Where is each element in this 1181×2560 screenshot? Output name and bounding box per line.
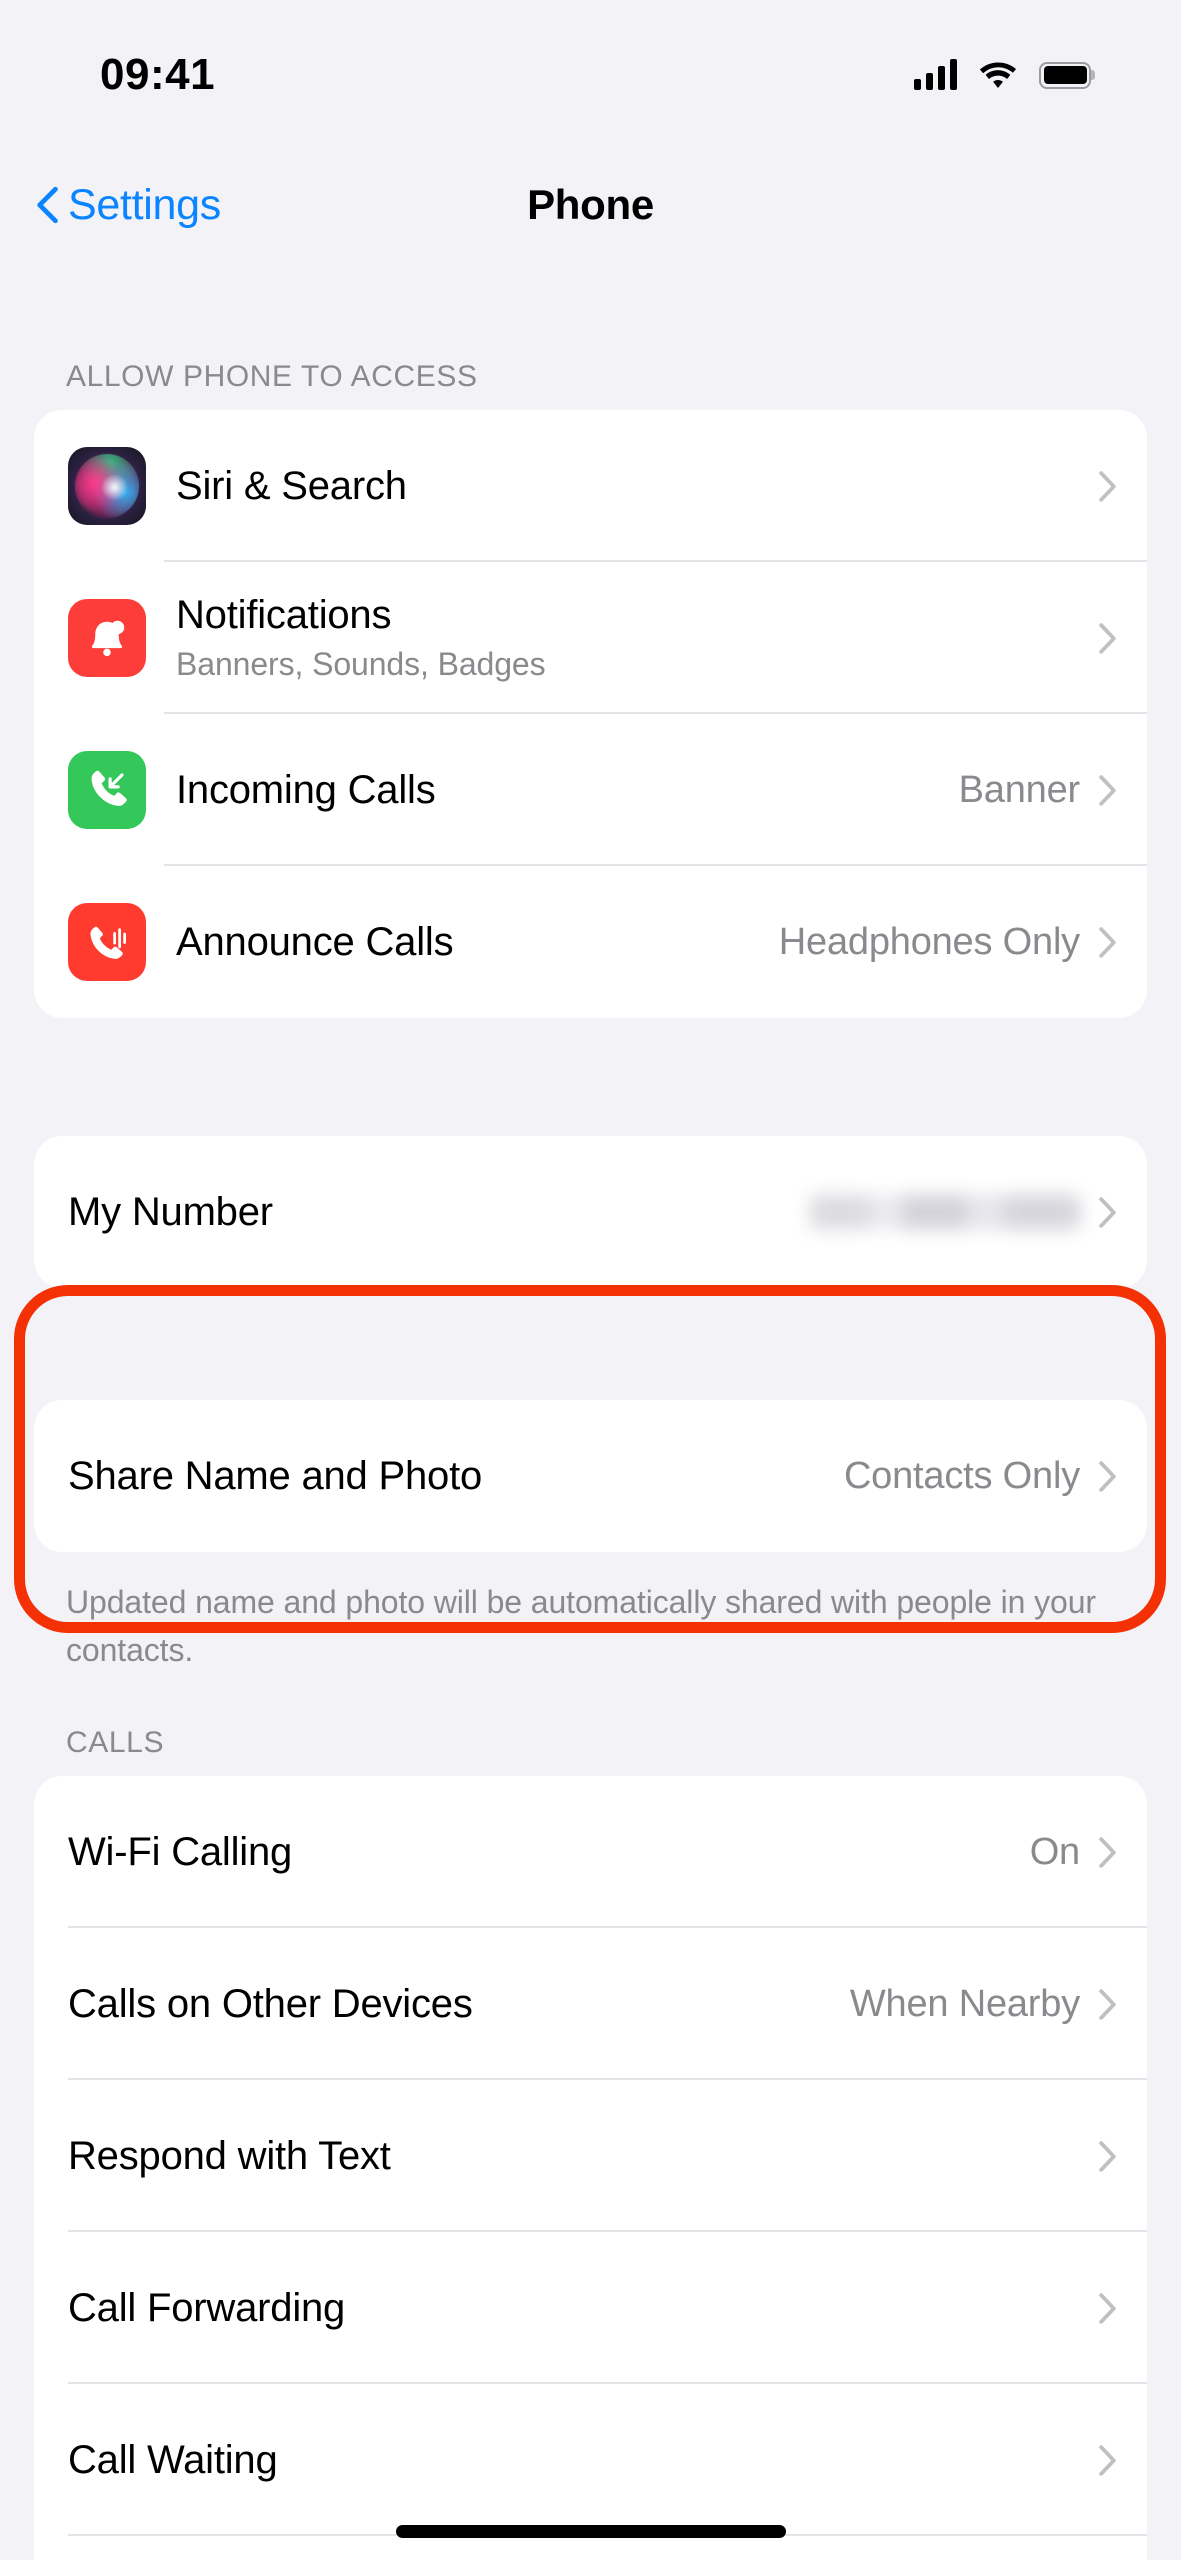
group-calls: Wi-Fi Calling On Calls on Other Devices …	[34, 1776, 1147, 2560]
section-header-calls: CALLS	[66, 1726, 165, 1759]
group-share-name-and-photo: Share Name and Photo Contacts Only	[34, 1400, 1147, 1552]
row-labels: Share Name and Photo	[68, 1454, 844, 1499]
row-value: When Nearby	[849, 1982, 1080, 2025]
battery-icon	[1039, 61, 1091, 89]
chevron-right-icon	[1099, 774, 1116, 806]
row-value: On	[1029, 1830, 1080, 1873]
status-bar-time: 09:41	[100, 50, 216, 99]
chevron-right-icon	[1099, 2444, 1116, 2476]
cellular-bars-icon	[914, 59, 957, 90]
announce-call-icon	[68, 903, 146, 981]
bell-icon	[68, 599, 146, 677]
row-call-waiting[interactable]: Call Waiting	[34, 2384, 1147, 2536]
row-value: Headphones Only	[778, 920, 1080, 963]
incoming-call-glyph	[91, 770, 127, 806]
row-calls-on-other-devices[interactable]: Calls on Other Devices When Nearby	[34, 1928, 1147, 2080]
chevron-right-icon	[1099, 1196, 1116, 1228]
row-respond-with-text[interactable]: Respond with Text	[34, 2080, 1147, 2232]
row-incoming-calls[interactable]: Incoming Calls Banner	[34, 714, 1147, 866]
redacted-phone-number	[810, 1195, 1080, 1229]
row-title: Announce Calls	[176, 919, 454, 964]
row-announce-calls[interactable]: Announce Calls Headphones Only	[34, 866, 1147, 1018]
row-title: My Number	[68, 1189, 273, 1234]
row-title: Wi-Fi Calling	[68, 1829, 293, 1874]
row-title: Respond with Text	[68, 2133, 391, 2178]
settings-content: ALLOW PHONE TO ACCESS Siri & Search Noti…	[0, 260, 1181, 2560]
incoming-call-icon	[68, 751, 146, 829]
row-title: Calls on Other Devices	[68, 1981, 473, 2026]
home-indicator	[395, 2525, 786, 2538]
share-footnote: Updated name and photo will be automatic…	[66, 1584, 1096, 1668]
row-title: Share Name and Photo	[68, 1453, 483, 1498]
row-share-name-and-photo[interactable]: Share Name and Photo Contacts Only	[34, 1400, 1147, 1552]
row-title: Call Waiting	[68, 2437, 278, 2482]
row-my-number[interactable]: My Number	[34, 1136, 1147, 1288]
chevron-right-icon	[1099, 1988, 1116, 2020]
row-show-my-caller-id[interactable]: Show My Caller ID	[34, 2536, 1147, 2560]
row-title: Notifications	[176, 593, 392, 637]
announce-call-glyph	[90, 926, 126, 959]
bell-glyph	[91, 620, 125, 657]
row-labels: Siri & Search	[176, 464, 1098, 509]
section-header-allow-access: ALLOW PHONE TO ACCESS	[66, 360, 478, 393]
chevron-right-icon	[1099, 2292, 1116, 2324]
group-my-number: My Number	[34, 1136, 1147, 1288]
row-title: Call Forwarding	[68, 2285, 346, 2330]
row-labels: Notifications Banners, Sounds, Badges	[176, 593, 1098, 683]
chevron-right-icon	[1099, 2140, 1116, 2172]
row-notifications[interactable]: Notifications Banners, Sounds, Badges	[34, 562, 1147, 714]
row-labels: Incoming Calls	[176, 768, 959, 813]
chevron-right-icon	[1099, 1836, 1116, 1868]
siri-icon	[68, 447, 146, 525]
status-bar-indicators	[914, 59, 1091, 90]
row-call-forwarding[interactable]: Call Forwarding	[34, 2232, 1147, 2384]
chevron-right-icon	[1099, 926, 1116, 958]
chevron-right-icon	[1099, 622, 1116, 654]
row-siri-and-search[interactable]: Siri & Search	[34, 410, 1147, 562]
row-wifi-calling[interactable]: Wi-Fi Calling On	[34, 1776, 1147, 1928]
page-title: Phone	[527, 181, 654, 228]
chevron-right-icon	[1099, 1460, 1116, 1492]
row-title: Siri & Search	[176, 463, 407, 508]
row-labels: Calls on Other Devices	[68, 1982, 850, 2027]
row-subtitle: Banners, Sounds, Badges	[176, 646, 546, 682]
chevron-right-icon	[1099, 470, 1116, 502]
row-labels: Call Waiting	[68, 2438, 1098, 2483]
row-value: Banner	[958, 768, 1081, 811]
row-labels: My Number	[68, 1190, 810, 1235]
row-labels: Respond with Text	[68, 2134, 1098, 2179]
group-allow-access: Siri & Search Notifications Banners, Sou…	[34, 410, 1147, 1018]
row-labels: Announce Calls	[176, 920, 779, 965]
row-title: Incoming Calls	[176, 767, 436, 812]
row-value: Contacts Only	[843, 1454, 1080, 1497]
row-labels: Call Forwarding	[68, 2286, 1098, 2331]
row-labels: Wi-Fi Calling	[68, 1830, 1030, 1875]
iphone-settings-screen: 09:41 Settings Phone ALLOW PHONE TO ACCE…	[0, 0, 1181, 2560]
status-bar: 09:41	[0, 0, 1181, 150]
wifi-icon	[979, 62, 1017, 88]
navigation-bar: Settings Phone	[0, 150, 1181, 260]
